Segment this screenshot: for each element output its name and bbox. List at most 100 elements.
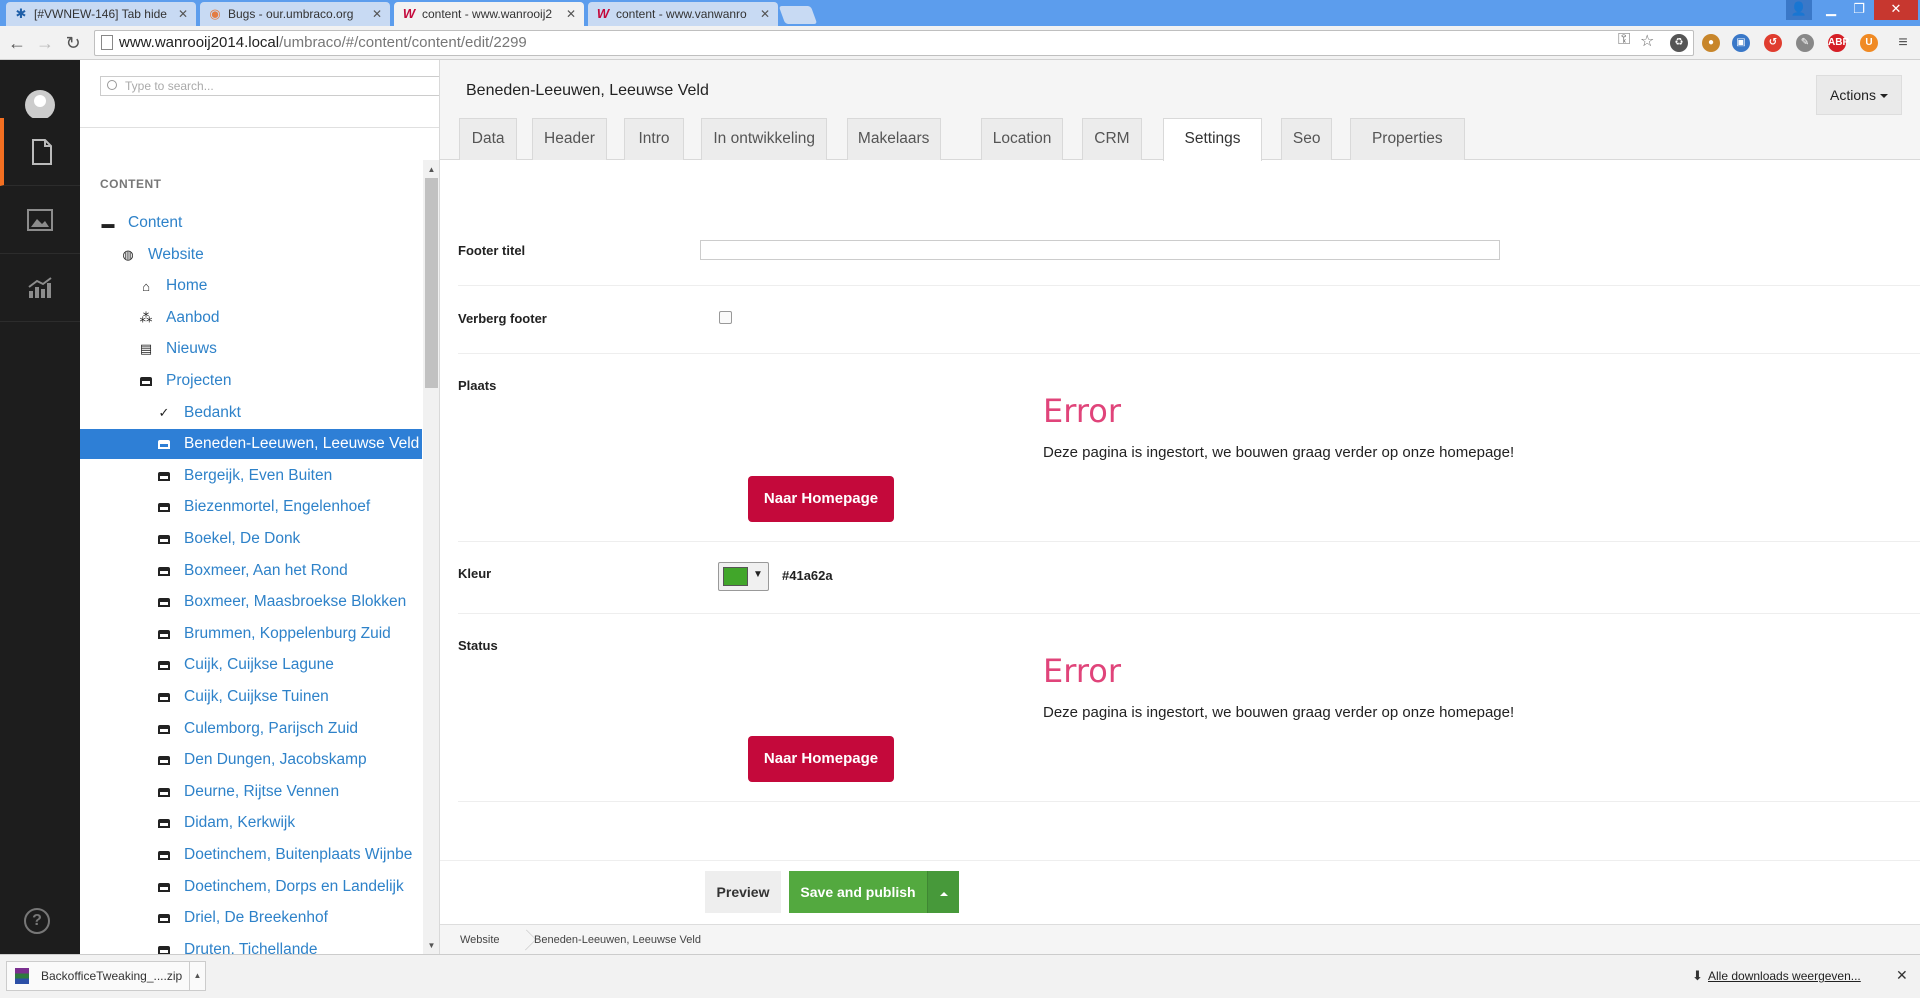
tree-item[interactable]: ✓ Bedankt	[80, 398, 422, 428]
tab-header[interactable]: Header	[532, 118, 607, 160]
reload-icon[interactable]: ↻	[62, 32, 84, 54]
tree-item-selected[interactable]: Beneden-Leeuwen, Leeuwse Veld	[80, 429, 422, 459]
extension-recycle-icon[interactable]: ♻	[1670, 34, 1688, 52]
back-icon[interactable]: ←	[6, 32, 28, 54]
tree-item[interactable]: Deurne, Rijtse Vennen	[80, 777, 422, 807]
tree-item[interactable]: Bergeijk, Even Buiten	[80, 461, 422, 491]
save-options-caret-icon[interactable]	[927, 871, 959, 913]
project-icon	[156, 532, 172, 546]
save-and-publish-button[interactable]: Save and publish	[789, 871, 927, 913]
tree-item-label: Didam, Kerkwijk	[184, 814, 296, 831]
browser-tab[interactable]: W content - www.vanwanro ✕	[588, 2, 778, 26]
tree-item[interactable]: ⁂ Aanbod	[80, 303, 422, 333]
extension-tools-icon[interactable]: ✎	[1796, 34, 1814, 52]
tree-item[interactable]: ▬ Content	[80, 208, 422, 238]
close-tab-icon[interactable]: ✕	[566, 7, 576, 21]
tree-item[interactable]: Boxmeer, Maasbroekse Blokken	[80, 587, 422, 617]
tab-makelaars[interactable]: Makelaars	[846, 118, 941, 160]
browser-tab[interactable]: ◉ Bugs - our.umbraco.org ✕	[200, 2, 390, 26]
address-bar[interactable]: www.wanrooij2014.local/umbraco/#/content…	[94, 30, 1694, 56]
naar-homepage-button[interactable]: Naar Homepage	[748, 736, 894, 782]
download-item[interactable]: BackofficeTweaking_....zip ▲	[6, 961, 206, 991]
scroll-up-icon[interactable]: ▲	[423, 162, 439, 178]
tree-item[interactable]: Cuijk, Cuijkse Tuinen	[80, 682, 422, 712]
tree-item-label: Boxmeer, Maasbroekse Blokken	[184, 593, 407, 610]
project-icon	[156, 880, 172, 894]
browser-tab[interactable]: ✱ [#VWNEW-146] Tab hide ✕	[6, 2, 196, 26]
new-tab-button[interactable]	[778, 6, 818, 24]
download-options-icon[interactable]: ▲	[189, 962, 205, 990]
help-icon[interactable]: ?	[24, 908, 50, 934]
tab-location[interactable]: Location	[981, 118, 1063, 160]
tree-item[interactable]: ⌂ Home	[80, 271, 422, 301]
tree-item[interactable]: Culemborg, Parijsch Zuid	[80, 714, 422, 744]
jira-icon: ✱	[15, 6, 27, 21]
naar-homepage-button[interactable]: Naar Homepage	[748, 476, 894, 522]
tree-item[interactable]: Doetinchem, Buitenplaats Wijnbe	[80, 840, 422, 870]
document-name[interactable]: Beneden-Leeuwen, Leeuwse Veld	[466, 82, 709, 100]
tab-seo[interactable]: Seo	[1281, 118, 1333, 160]
project-shape	[158, 439, 170, 449]
editor-footer: Preview Save and publish	[440, 860, 1920, 918]
color-picker[interactable]: ▼	[718, 562, 769, 591]
tree-item[interactable]: Driel, De Breekenhof	[80, 903, 422, 933]
tree-search-input[interactable]: Type to search...	[100, 76, 439, 96]
tree-item[interactable]: ▤ Nieuws	[80, 334, 422, 364]
actions-button[interactable]: Actions	[1816, 75, 1902, 115]
minimize-icon[interactable]: ▁	[1818, 0, 1844, 20]
adblock-icon[interactable]: ABP	[1828, 34, 1849, 52]
tab-settings[interactable]: Settings	[1163, 118, 1262, 161]
tab-crm[interactable]: CRM	[1082, 118, 1142, 160]
error-title: Error	[1043, 652, 1121, 690]
preview-button[interactable]: Preview	[705, 871, 781, 913]
all-downloads-link[interactable]: Alle downloads weergeven...	[1708, 969, 1861, 983]
extension-pocket-icon[interactable]: ↺	[1764, 34, 1782, 52]
analytics-section-icon[interactable]	[0, 254, 80, 322]
extension-cookie-icon[interactable]: ●	[1702, 34, 1720, 52]
tree-item[interactable]: Doetinchem, Dorps en Landelijk	[80, 872, 422, 902]
tab-in-ontwikkeling[interactable]: In ontwikkeling	[701, 118, 828, 160]
close-tab-icon[interactable]: ✕	[372, 7, 382, 21]
tree-item[interactable]: Boxmeer, Aan het Rond	[80, 556, 422, 586]
content-section-icon[interactable]	[0, 118, 80, 186]
tab-properties[interactable]: Properties	[1349, 118, 1466, 160]
bookmark-star-icon[interactable]: ☆	[1640, 31, 1654, 51]
search-icon	[107, 80, 117, 90]
tab-intro[interactable]: Intro	[624, 118, 684, 160]
restore-icon[interactable]: ❐	[1846, 0, 1872, 20]
tree-item[interactable]: Den Dungen, Jacobskamp	[80, 745, 422, 775]
project-icon	[156, 816, 172, 830]
extension-window-icon[interactable]: ▣	[1732, 34, 1750, 52]
avatar[interactable]	[25, 90, 55, 120]
tab-data[interactable]: Data	[459, 118, 518, 160]
media-section-icon[interactable]	[0, 186, 80, 254]
tree-item[interactable]: Didam, Kerkwijk	[80, 808, 422, 838]
tree-item-label: Biezenmortel, Engelenhoef	[184, 498, 371, 515]
forward-icon[interactable]: →	[34, 32, 56, 54]
tree-item[interactable]: Druten, Tichellande	[80, 935, 422, 954]
key-icon[interactable]: ⚿	[1618, 31, 1630, 49]
extension-ublock-icon[interactable]: U	[1860, 34, 1878, 52]
scroll-down-icon[interactable]: ▼	[423, 938, 439, 954]
tree-item[interactable]: Projecten	[80, 366, 422, 396]
tree-item[interactable]: Biezenmortel, Engelenhoef	[80, 492, 422, 522]
footer-titel-input[interactable]	[700, 240, 1500, 260]
tree-item[interactable]: Boekel, De Donk	[80, 524, 422, 554]
breadcrumb-item[interactable]: Website	[460, 925, 500, 955]
close-tab-icon[interactable]: ✕	[178, 7, 188, 21]
tree-item-label: Boxmeer, Aan het Rond	[184, 562, 348, 579]
tree-item[interactable]: ◍ Website	[80, 240, 422, 270]
newspaper-icon: ▤	[139, 341, 153, 356]
tree-item-label: Driel, De Breekenhof	[184, 909, 328, 926]
user-profile-icon[interactable]: 👤	[1786, 0, 1812, 20]
chrome-menu-icon[interactable]: ≡	[1892, 32, 1914, 54]
window-close-icon[interactable]: ✕	[1874, 0, 1918, 20]
verberg-footer-checkbox[interactable]	[719, 311, 732, 324]
tree-scrollbar-thumb[interactable]	[425, 178, 438, 388]
tree-item[interactable]: Brummen, Koppelenburg Zuid	[80, 619, 422, 649]
divider	[80, 127, 439, 128]
browser-tab-active[interactable]: W content - www.wanrooij2 ✕	[394, 2, 584, 26]
close-shelf-icon[interactable]: ✕	[1896, 967, 1908, 984]
tree-item[interactable]: Cuijk, Cuijkse Lagune	[80, 650, 422, 680]
close-tab-icon[interactable]: ✕	[760, 7, 770, 21]
